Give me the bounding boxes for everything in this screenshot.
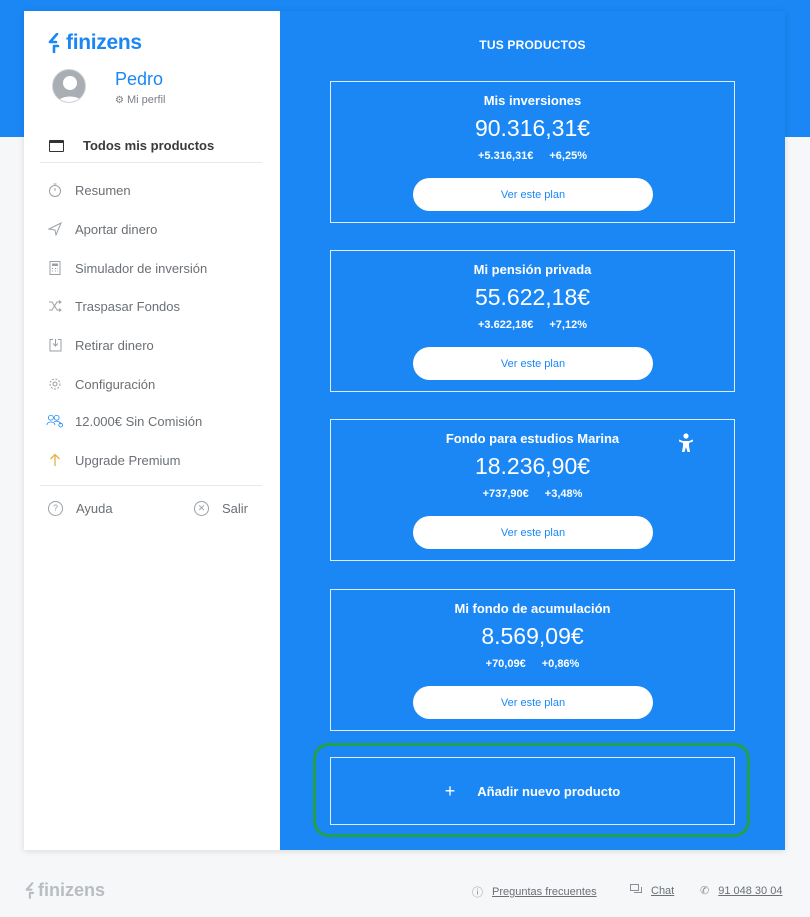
product-name: Mis inversiones [483, 93, 582, 108]
chat-icon [630, 884, 642, 898]
product-name: Fondo para estudios Marina [445, 431, 620, 446]
product-value: 55.622,18€ [474, 284, 591, 310]
add-product-label: Añadir nuevo producto [477, 783, 621, 799]
people-icon [46, 413, 64, 429]
stopwatch-icon [46, 183, 64, 197]
product-card: Mi pensión privada 55.622,18€ +3.622,18€… [330, 250, 735, 392]
view-plan-button[interactable]: Ver este plan [413, 347, 653, 380]
question-icon: ⓘ [472, 887, 483, 899]
footer-logo[interactable]: finizens [25, 880, 105, 901]
sidebar-item-referral[interactable]: 12.000€ Sin Comisión [40, 410, 262, 432]
product-card: Mi fondo de acumulación 8.569,09€ +70,09… [330, 589, 735, 731]
product-name: Mi fondo de acumulación [454, 601, 611, 616]
user-silhouette-icon [57, 76, 83, 102]
phone-link[interactable]: ✆ 91 048 30 04 [700, 884, 783, 898]
sidebar-item-aportar[interactable]: Aportar dinero [40, 218, 262, 240]
sidebar-item-label: Aportar dinero [75, 221, 158, 237]
sidebar-item-retirar[interactable]: Retirar dinero [40, 334, 262, 356]
phone-label: 91 048 30 04 [718, 884, 783, 897]
product-card: Fondo para estudios Marina 18.236,90€ +7… [330, 419, 735, 561]
product-percent: +3,48% [544, 488, 583, 500]
logout-label: Salir [222, 500, 249, 516]
product-card: Mis inversiones 90.316,31€ +5.316,31€ +6… [330, 81, 735, 223]
plus-icon: + [444, 780, 456, 801]
product-changes: +737,90€ +3,48% [331, 488, 734, 500]
withdraw-icon [46, 338, 64, 352]
sidebar-item-label: Traspasar Fondos [75, 298, 181, 314]
faq-label: Preguntas frecuentes [492, 886, 597, 898]
close-circle-icon: ✕ [194, 500, 209, 516]
sidebar-item-label: Resumen [75, 182, 131, 198]
product-changes: +5.316,31€ +6,25% [331, 150, 734, 162]
product-value: 90.316,31€ [474, 115, 591, 141]
chat-label: Chat [651, 885, 675, 897]
footer-logo-text: finizens [38, 880, 106, 900]
product-changes: +3.622,18€ +7,12% [331, 319, 734, 331]
arrow-up-icon [46, 453, 64, 467]
products-panel: TUS PRODUCTOS Mis inversiones 90.316,31€… [280, 11, 785, 850]
calculator-icon [46, 261, 64, 275]
profile-link-label: Mi perfil [126, 94, 166, 106]
logo-text: finizens [66, 31, 142, 54]
profile-link[interactable]: ⚙ Mi perfil [115, 94, 165, 106]
sidebar: finizens Pedro ⚙ Mi perfil Todos mis pro… [24, 11, 280, 850]
product-changes: +70,09€ +0,86% [331, 658, 734, 670]
product-value: 18.236,90€ [474, 453, 591, 479]
sidebar-item-label: Configuración [75, 376, 156, 392]
product-gain: +3.622,18€ [478, 319, 534, 331]
product-gain: +70,09€ [485, 658, 526, 670]
send-icon [46, 222, 64, 236]
sidebar-divider [40, 485, 262, 486]
avatar[interactable] [52, 69, 86, 103]
app-container: finizens Pedro ⚙ Mi perfil Todos mis pro… [24, 11, 785, 850]
faq-link[interactable]: ⓘ Preguntas frecuentes [472, 884, 597, 900]
phone-icon: ✆ [700, 885, 710, 897]
sidebar-item-traspasar[interactable]: Traspasar Fondos [40, 295, 262, 317]
finizens-logo[interactable]: finizens [48, 31, 142, 55]
help-label: Ayuda [76, 500, 113, 516]
profile-name: Pedro [115, 69, 164, 89]
sidebar-item-label: Simulador de inversión [75, 260, 208, 276]
view-plan-button[interactable]: Ver este plan [413, 178, 653, 211]
nav-all-products[interactable]: Todos mis productos [40, 129, 262, 163]
help-link[interactable]: ? Ayuda [48, 498, 113, 518]
view-plan-button[interactable]: Ver este plan [413, 686, 653, 719]
nav-all-products-label: Todos mis productos [83, 138, 215, 153]
product-gain: +5.316,31€ [478, 150, 534, 162]
product-percent: +6,25% [549, 150, 587, 162]
chat-link[interactable]: Chat [630, 884, 674, 898]
product-gain: +737,90€ [482, 488, 529, 500]
sidebar-item-configuracion[interactable]: Configuración [40, 373, 262, 395]
sidebar-item-label: Upgrade Premium [75, 452, 181, 468]
question-icon: ? [48, 500, 63, 516]
sidebar-item-simulador[interactable]: Simulador de inversión [40, 257, 262, 279]
product-name: Mi pensión privada [473, 262, 592, 277]
logo-mark-icon [25, 882, 35, 899]
sidebar-item-label: Retirar dinero [75, 337, 154, 353]
product-percent: +7,12% [549, 319, 587, 331]
product-percent: +0,86% [541, 658, 580, 670]
gear-icon: ⚙ [115, 94, 124, 106]
window-icon [49, 139, 64, 152]
sidebar-item-label: 12.000€ Sin Comisión [75, 413, 203, 429]
logout-link[interactable]: ✕ Salir [194, 498, 248, 518]
sidebar-item-resumen[interactable]: Resumen [40, 179, 262, 201]
add-product-button[interactable]: + Añadir nuevo producto [330, 757, 735, 825]
product-value: 8.569,09€ [481, 623, 584, 649]
view-plan-button[interactable]: Ver este plan [413, 516, 653, 549]
sidebar-item-upgrade[interactable]: Upgrade Premium [40, 449, 262, 471]
shuffle-icon [46, 300, 64, 312]
page-title: TUS PRODUCTOS [479, 38, 586, 52]
logo-mark-icon [48, 33, 60, 53]
gear-icon [46, 377, 64, 391]
